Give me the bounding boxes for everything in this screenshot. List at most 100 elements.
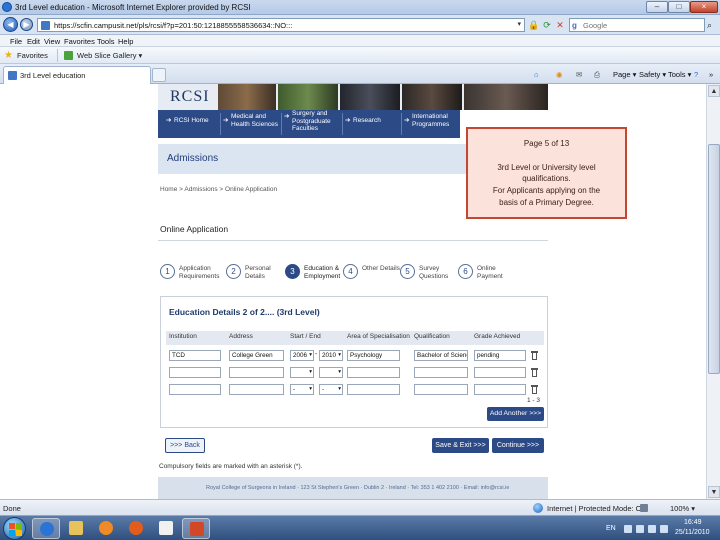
refresh-icon[interactable]: ⟳ <box>541 19 553 31</box>
address-bar: ◀ ▶ https://scfin.campusit.net/pls/rcsi/… <box>0 15 720 35</box>
nav-international-programmes[interactable]: ➔ International Programmes <box>404 110 460 138</box>
qualification-field[interactable]: Bachelor of Science <box>414 350 468 361</box>
search-box[interactable]: g <box>569 18 705 32</box>
tab-3rd-level-education[interactable]: 3rd Level education <box>3 66 151 84</box>
scroll-thumb[interactable] <box>708 144 720 374</box>
delete-row-icon[interactable] <box>531 368 538 377</box>
grade-field[interactable]: pending <box>474 350 526 361</box>
taskbar-explorer-icon[interactable] <box>62 518 90 539</box>
start-year-select[interactable]: ▾ <box>290 367 314 378</box>
taskbar-firefox-icon[interactable] <box>122 518 150 539</box>
language-indicator[interactable]: EN <box>606 525 616 532</box>
add-another-button[interactable]: Add Another >>> <box>487 407 544 421</box>
delete-row-icon[interactable] <box>531 385 538 394</box>
address-field[interactable] <box>229 384 284 395</box>
grade-field[interactable] <box>474 367 526 378</box>
tray-flag-icon[interactable] <box>648 525 656 533</box>
vertical-scrollbar[interactable]: ▲ ▼ <box>706 84 720 499</box>
tools-menu[interactable]: Tools ▾ <box>668 70 691 79</box>
page-menu[interactable]: Page ▾ <box>613 70 636 79</box>
start-button[interactable] <box>3 517 26 540</box>
security-zone-text[interactable]: Internet | Protected Mode: Off <box>547 504 646 513</box>
qualification-field[interactable] <box>414 367 468 378</box>
institution-field[interactable] <box>169 367 221 378</box>
tray-network-icon[interactable] <box>636 525 644 533</box>
end-year-select[interactable]: - ▾ <box>319 384 343 395</box>
area-specialisation-field[interactable] <box>347 367 400 378</box>
close-window-button[interactable]: × <box>690 1 718 13</box>
forward-button[interactable]: ▶ <box>20 18 33 31</box>
area-specialisation-field[interactable]: Psychology <box>347 350 400 361</box>
menu-view[interactable]: View <box>44 37 60 46</box>
zoom-level[interactable]: 100% ▾ <box>670 504 695 513</box>
step-application-requirements[interactable]: 1 Application Requirements <box>160 264 222 288</box>
search-icon[interactable]: ⌕ <box>707 20 712 31</box>
step-other-details[interactable]: 4 Other Details <box>343 264 401 288</box>
nav-medical-health-sciences[interactable]: ➔ Medical and Health Sciences <box>223 110 279 138</box>
menu-favorites[interactable]: Favorites <box>64 37 95 46</box>
minimize-button[interactable]: – <box>646 1 668 13</box>
print-icon[interactable]: ⎙ <box>594 70 600 80</box>
read-mail-icon[interactable]: ✉ <box>576 70 582 79</box>
area-specialisation-field[interactable] <box>347 384 400 395</box>
scroll-up-icon[interactable]: ▲ <box>708 85 720 97</box>
safety-menu[interactable]: Safety ▾ <box>639 70 666 79</box>
tray-volume-icon[interactable] <box>660 525 668 533</box>
taskbar-powerpoint-icon[interactable] <box>182 518 210 539</box>
stop-icon[interactable]: ✕ <box>554 19 566 31</box>
start-year-select[interactable]: - ▾ <box>290 384 314 395</box>
institution-field[interactable] <box>169 384 221 395</box>
home-icon[interactable]: ⌂ <box>534 70 539 79</box>
more-commands-icon[interactable]: » <box>709 70 713 79</box>
tray-arrow-icon[interactable] <box>624 525 632 533</box>
clock-time[interactable]: 16:49 <box>684 519 702 526</box>
step-personal-details[interactable]: 2 Personal Details <box>226 264 284 288</box>
menu-edit[interactable]: Edit <box>27 37 40 46</box>
windows-taskbar: EN 16:49 25/11/2010 <box>0 515 720 540</box>
rcsi-logo[interactable]: RCSI <box>170 88 210 106</box>
address-field[interactable]: College Green <box>229 350 284 361</box>
help-icon[interactable]: ? <box>694 70 698 79</box>
maximize-button[interactable]: □ <box>668 1 690 13</box>
nav-rcsi-home[interactable]: ➔ RCSI Home <box>166 110 218 138</box>
nav-surgery-postgraduate[interactable]: ➔ Surgery and Postgraduate Faculties <box>284 110 340 138</box>
end-year-select[interactable]: 2010 ▾ <box>319 350 343 361</box>
url-field[interactable]: https://scfin.campusit.net/pls/rcsi/f?p=… <box>37 18 525 32</box>
taskbar-java-icon[interactable] <box>152 518 180 539</box>
address-field[interactable] <box>229 367 284 378</box>
step-online-payment[interactable]: 6 Online Payment <box>458 264 516 288</box>
security-lock-icon[interactable]: 🔒 <box>528 19 540 31</box>
qualification-field[interactable] <box>414 384 468 395</box>
search-input[interactable] <box>583 20 693 30</box>
favorites-button[interactable]: Favorites <box>17 51 48 60</box>
breadcrumb[interactable]: Home > Admissions > Online Application <box>160 186 277 193</box>
nav-research[interactable]: ➔ Research <box>345 110 399 138</box>
web-slice-gallery-link[interactable]: Web Slice Gallery ▾ <box>77 51 142 60</box>
back-button-form[interactable]: >>> Back <box>165 438 205 453</box>
step-number: 3 <box>285 264 300 279</box>
grade-field[interactable] <box>474 384 526 395</box>
taskbar-ie-icon[interactable] <box>32 518 60 539</box>
start-year-select[interactable]: 2006 ▾ <box>290 350 314 361</box>
institution-field[interactable]: TCD <box>169 350 221 361</box>
delete-row-icon[interactable] <box>531 351 538 360</box>
step-education-employment[interactable]: 3 Education & Employment <box>285 264 347 288</box>
step-survey-questions[interactable]: 5 Survey Questions <box>400 264 458 288</box>
scroll-down-icon[interactable]: ▼ <box>708 486 720 498</box>
menu-tools[interactable]: Tools <box>97 37 115 46</box>
end-year-select[interactable]: ▾ <box>319 367 343 378</box>
taskbar-media-player-icon[interactable] <box>92 518 120 539</box>
continue-button[interactable]: Continue >>> <box>492 438 544 453</box>
menu-help[interactable]: Help <box>118 37 133 46</box>
new-tab-button[interactable] <box>152 68 166 82</box>
tab-favicon-icon <box>8 71 17 80</box>
menu-file[interactable]: File <box>10 37 22 46</box>
feeds-icon[interactable]: ◉ <box>556 70 563 79</box>
save-exit-button[interactable]: Save & Exit >>> <box>432 438 489 453</box>
clock-date[interactable]: 25/11/2010 <box>675 529 710 536</box>
back-button[interactable]: ◀ <box>3 17 18 32</box>
google-icon: g <box>572 21 577 30</box>
callout-text: basis of a Primary Degree. <box>499 198 594 207</box>
favorites-star-icon[interactable]: ★ <box>4 50 13 61</box>
url-dropdown-icon[interactable]: ▾ <box>517 20 521 28</box>
